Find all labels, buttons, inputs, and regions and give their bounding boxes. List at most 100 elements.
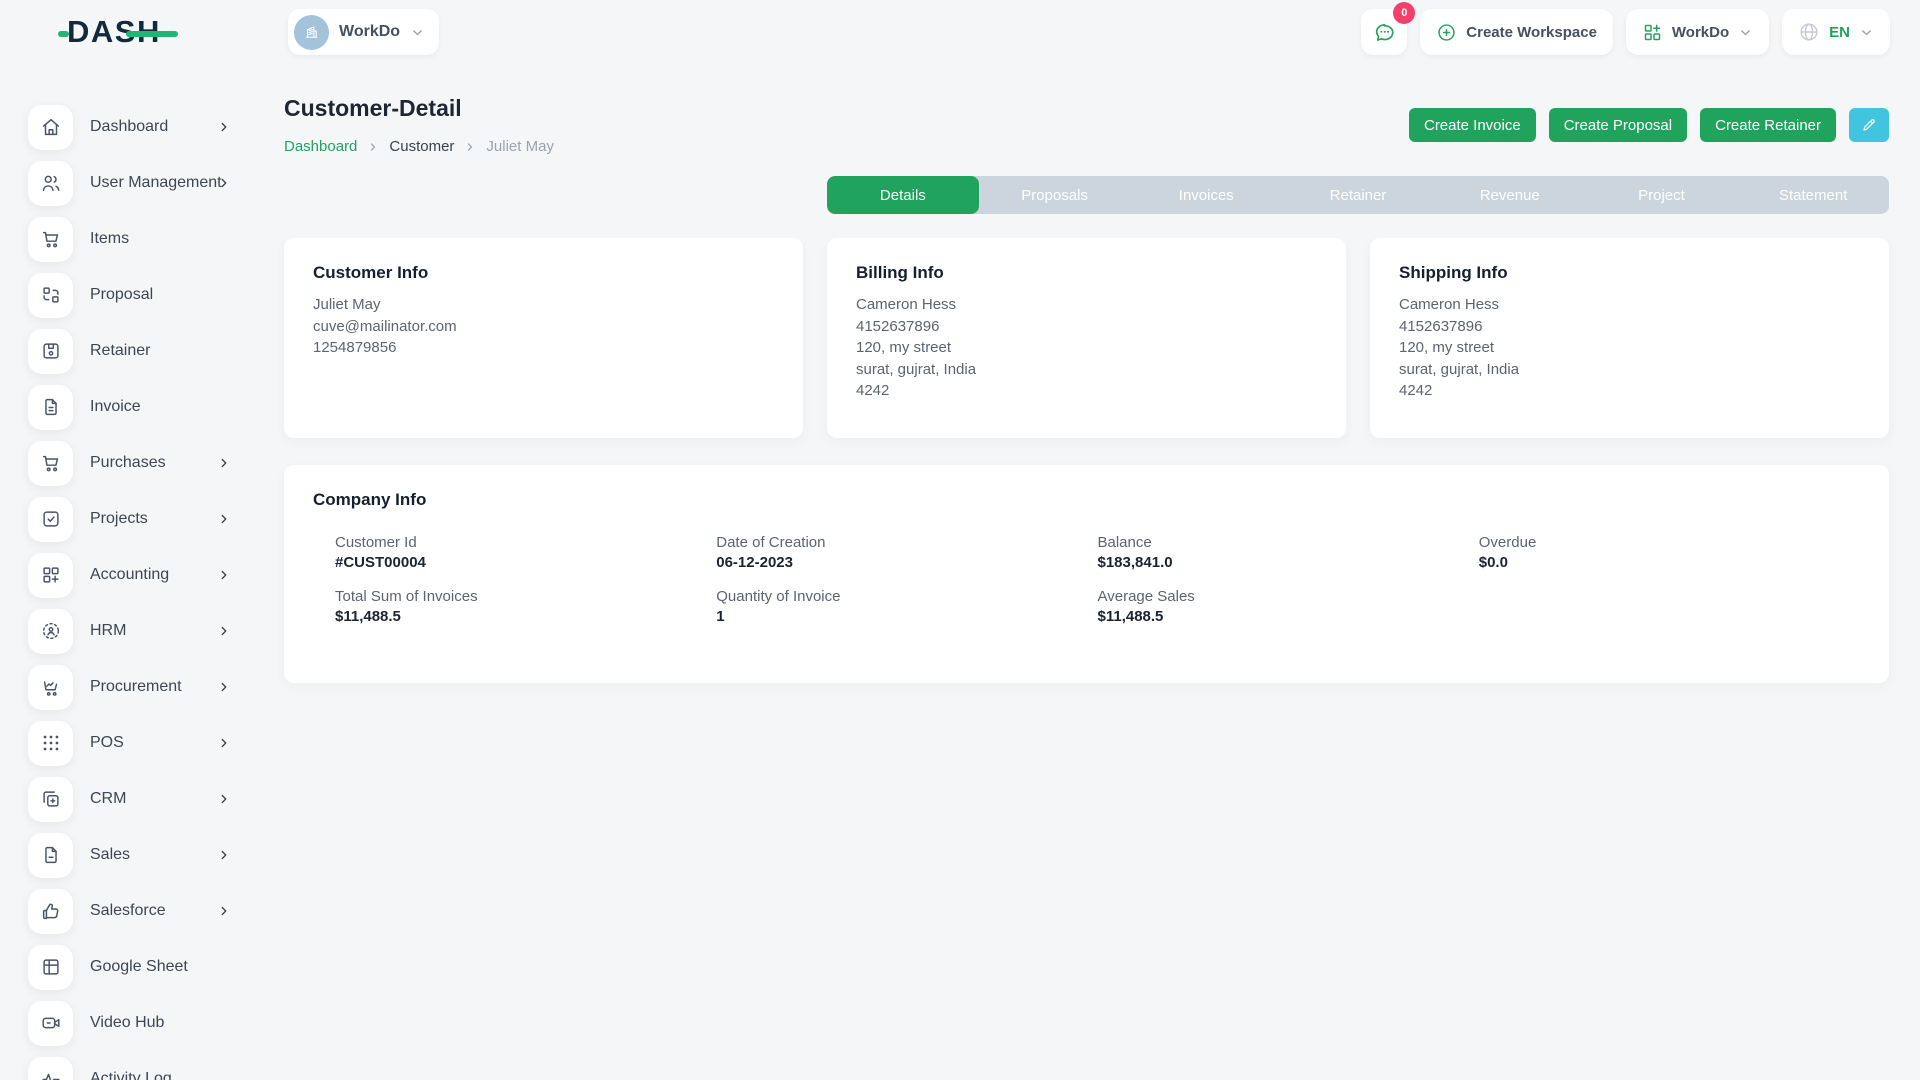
plus-circle-icon	[1436, 22, 1457, 43]
sidebar-item-purchases[interactable]: Purchases	[0, 435, 257, 491]
chevron-right-icon	[217, 512, 231, 526]
chevron-right-icon	[217, 456, 231, 470]
create-retainer-button[interactable]: Create Retainer	[1700, 108, 1836, 142]
users-icon	[28, 161, 73, 206]
sidebar-item-proposal[interactable]: Proposal	[0, 267, 257, 323]
sidebar-item-activity-log[interactable]: Activity Log	[0, 1051, 257, 1080]
grid-plus-icon	[1642, 22, 1663, 43]
company-field-customer-id: Customer Id #CUST00004	[335, 534, 716, 571]
create-invoice-button[interactable]: Create Invoice	[1409, 108, 1536, 142]
billing-phone: 4152637896	[856, 316, 1317, 338]
file-icon	[28, 833, 73, 878]
globe-icon	[1798, 21, 1820, 43]
main-content: Customer-Detail Dashboard Customer Julie…	[284, 64, 1889, 1080]
create-workspace-label: Create Workspace	[1466, 24, 1597, 41]
breadcrumb-current: Juliet May	[486, 138, 554, 155]
customer-info-card: Customer Info Juliet May cuve@mailinator…	[284, 238, 803, 438]
cart-chart-icon	[28, 665, 73, 710]
chevron-right-icon	[217, 568, 231, 582]
create-proposal-button[interactable]: Create Proposal	[1549, 108, 1687, 142]
sidebar-item-procurement[interactable]: Procurement	[0, 659, 257, 715]
company-field-quantity-of-invoice: Quantity of Invoice 1	[716, 588, 1097, 625]
language-selector[interactable]: EN	[1782, 9, 1890, 55]
shipping-phone: 4152637896	[1399, 316, 1860, 338]
shopping-cart-icon	[28, 441, 73, 486]
sidebar-item-crm[interactable]: CRM	[0, 771, 257, 827]
shipping-name: Cameron Hess	[1399, 294, 1860, 316]
sidebar-item-retainer[interactable]: Retainer	[0, 323, 257, 379]
sidebar-item-sales[interactable]: Sales	[0, 827, 257, 883]
app-menu-label: WorkDo	[1672, 24, 1729, 41]
info-cards-row: Customer Info Juliet May cuve@mailinator…	[284, 238, 1889, 438]
shipping-info-card: Shipping Info Cameron Hess 4152637896 12…	[1370, 238, 1889, 438]
sidebar-item-accounting[interactable]: Accounting	[0, 547, 257, 603]
edit-customer-button[interactable]	[1849, 108, 1889, 142]
logo-accent-dot	[58, 31, 69, 37]
tab-revenue[interactable]: Revenue	[1434, 176, 1586, 214]
sidebar-item-video-hub[interactable]: Video Hub	[0, 995, 257, 1051]
chevron-right-icon	[217, 904, 231, 918]
file-text-icon	[28, 385, 73, 430]
chevron-right-icon	[367, 141, 379, 153]
chat-bubble-icon	[1372, 20, 1397, 45]
sidebar-item-invoice[interactable]: Invoice	[0, 379, 257, 435]
sidebar-item-google-sheet[interactable]: Google Sheet	[0, 939, 257, 995]
shipping-street: 120, my street	[1399, 337, 1860, 359]
shipping-zip: 4242	[1399, 380, 1860, 402]
company-field-average-sales: Average Sales $11,488.5	[1098, 588, 1479, 625]
video-camera-icon	[28, 1001, 73, 1046]
sidebar-item-projects[interactable]: Projects	[0, 491, 257, 547]
sidebar-item-dashboard[interactable]: Dashboard	[0, 99, 257, 155]
app-menu-button[interactable]: WorkDo	[1626, 9, 1769, 55]
create-workspace-button[interactable]: Create Workspace	[1420, 9, 1613, 55]
page-actions: Create Invoice Create Proposal Create Re…	[1409, 108, 1889, 142]
app-logo[interactable]: DASH	[67, 15, 161, 49]
dots-grid-icon	[28, 721, 73, 766]
tab-retainer[interactable]: Retainer	[1282, 176, 1434, 214]
floppy-disk-icon	[28, 329, 73, 374]
chevron-down-icon	[410, 25, 425, 40]
chevron-right-icon	[464, 141, 476, 153]
sidebar-item-hrm[interactable]: HRM	[0, 603, 257, 659]
sidebar-item-pos[interactable]: POS	[0, 715, 257, 771]
workspace-switcher[interactable]: WorkDo	[288, 9, 439, 55]
tab-statement[interactable]: Statement	[1737, 176, 1889, 214]
chevron-right-icon	[217, 176, 231, 190]
transform-squares-icon	[28, 273, 73, 318]
grid-plus-icon	[28, 553, 73, 598]
chevron-down-icon	[1738, 25, 1753, 40]
language-code: EN	[1829, 24, 1850, 41]
building-icon	[302, 23, 321, 42]
table-icon	[28, 945, 73, 990]
billing-name: Cameron Hess	[856, 294, 1317, 316]
tab-proposals[interactable]: Proposals	[979, 176, 1131, 214]
customer-phone: 1254879856	[313, 337, 774, 359]
shopping-cart-icon	[28, 217, 73, 262]
company-field-empty	[1479, 588, 1860, 625]
person-dashed-circle-icon	[28, 609, 73, 654]
customer-email: cuve@mailinator.com	[313, 316, 774, 338]
sidebar-item-items[interactable]: Items	[0, 211, 257, 267]
billing-city: surat, gujrat, India	[856, 359, 1317, 381]
top-header: DASH WorkDo 0 Create Workspace WorkDo	[0, 0, 1920, 64]
sidebar-item-user-management[interactable]: User Management	[0, 155, 257, 211]
customer-name: Juliet May	[313, 294, 774, 316]
company-info-grid: Customer Id #CUST00004 Date of Creation …	[313, 534, 1860, 625]
copy-squares-icon	[28, 777, 73, 822]
breadcrumb-customer-link[interactable]: Customer	[389, 138, 454, 155]
thumbs-up-icon	[28, 889, 73, 934]
tab-project[interactable]: Project	[1586, 176, 1738, 214]
header-actions: 0 Create Workspace WorkDo EN	[1361, 9, 1890, 55]
card-title: Shipping Info	[1399, 263, 1860, 283]
tab-details[interactable]: Details	[827, 176, 979, 214]
chevron-down-icon	[1859, 25, 1874, 40]
company-field-date-of-creation: Date of Creation 06-12-2023	[716, 534, 1097, 571]
chevron-right-icon	[217, 848, 231, 862]
breadcrumb-dashboard-link[interactable]: Dashboard	[284, 138, 357, 155]
tab-invoices[interactable]: Invoices	[1130, 176, 1282, 214]
pencil-icon	[1861, 117, 1877, 133]
sidebar-item-salesforce[interactable]: Salesforce	[0, 883, 257, 939]
billing-zip: 4242	[856, 380, 1317, 402]
messages-button[interactable]: 0	[1361, 9, 1407, 55]
company-field-overdue: Overdue $0.0	[1479, 534, 1860, 571]
